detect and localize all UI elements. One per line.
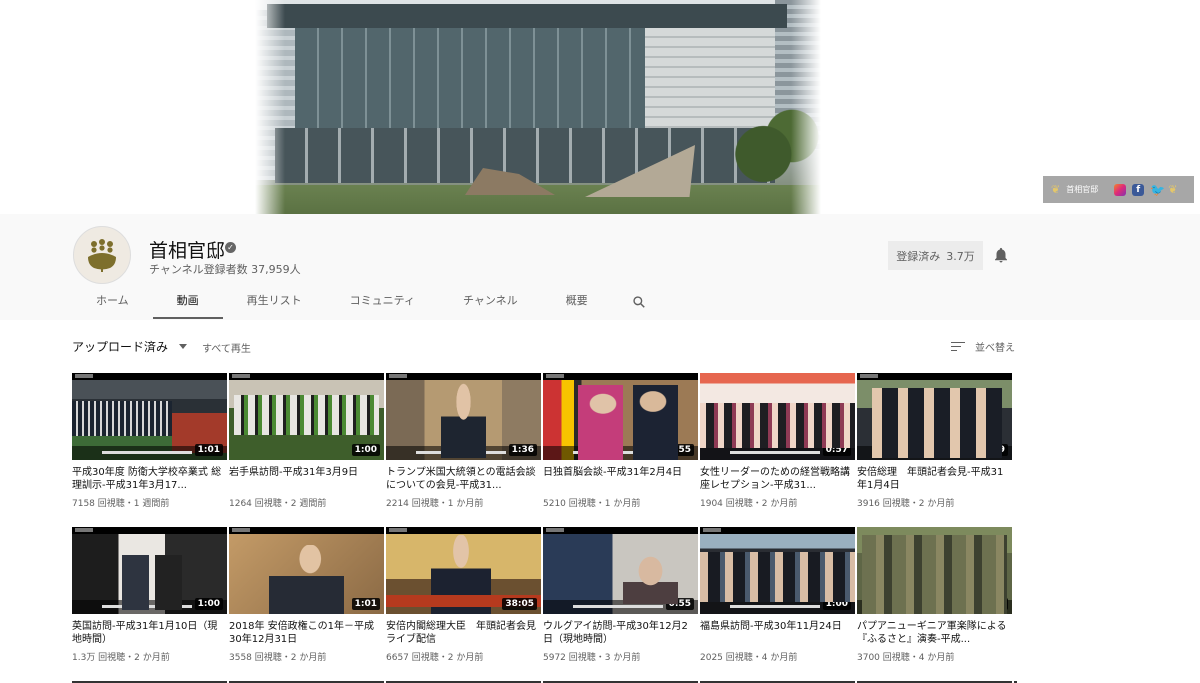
subscribed-label: 登録済み (896, 249, 941, 263)
channel-name: 首相官邸 (149, 240, 226, 262)
video-thumbnail[interactable]: 1:00 (72, 527, 227, 614)
channel-banner: ❦ 首相官邸 f 🐦 ❦ (0, 0, 1200, 214)
instagram-icon[interactable] (1114, 183, 1127, 196)
banner-links: ❦ 首相官邸 f 🐦 ❦ (1043, 176, 1194, 203)
video-duration: 0:47 (979, 598, 1008, 610)
channel-header: 首相官邸 ✓ チャンネル登録者数 37,959人 登録済み 3.7万 ホーム 動… (0, 214, 1200, 320)
play-all-link[interactable]: すべて再生 (202, 340, 251, 355)
video-title[interactable]: トランプ米国大統領との電話会談についての会見-平成31... (386, 466, 536, 492)
video-card[interactable]: 1:00 岩手県訪問-平成31年3月9日 1264 回視聴・2 週間前 (229, 373, 384, 527)
video-duration: 1:36 (508, 444, 537, 456)
verified-icon: ✓ (225, 242, 236, 253)
video-meta: 3916 回視聴・2 か月前 (857, 499, 955, 509)
video-title[interactable]: 2018年 安倍政権この1年－平成30年12月31日 (229, 620, 379, 646)
caret-down-icon (179, 344, 188, 349)
video-meta: 2025 回視聴・4 か月前 (700, 653, 798, 663)
video-meta: 5972 回視聴・3 か月前 (543, 653, 641, 663)
video-title[interactable]: 福島県訪問-平成30年11月24日 (700, 620, 850, 646)
video-thumbnail[interactable]: 0:55 (543, 373, 698, 460)
video-thumbnail[interactable]: 1:01 (72, 373, 227, 460)
video-duration: 0:55 (665, 444, 694, 456)
subscribed-count: 3.7万 (946, 249, 975, 263)
video-title[interactable]: 岩手県訪問-平成31年3月9日 (229, 466, 379, 492)
channel-avatar[interactable] (73, 226, 131, 284)
channel-tabs: ホーム 動画 再生リスト コミュニティ チャンネル 概要 (73, 288, 646, 320)
video-card[interactable]: 38:05 安倍内閣総理大臣 年頭記者会見ライブ配信 6657 回視聴・2 か月… (386, 527, 541, 681)
video-card[interactable]: 1:01 平成30年度 防衛大学校卒業式 総理訓示-平成31年3月17... 7… (72, 373, 227, 527)
sort-button[interactable]: 並べ替え (951, 339, 1015, 354)
video-card[interactable]: 0:55 日独首脳会談-平成31年2月4日 5210 回視聴・1 か月前 (543, 373, 698, 527)
upload-filter-dropdown[interactable]: アップロード済み (72, 338, 188, 355)
video-card[interactable]: 0:57 女性リーダーのための経営戦略講座レセプション-平成31... 1904… (700, 373, 855, 527)
video-title[interactable]: 英国訪問-平成31年1月10日（現地時間） (72, 620, 222, 646)
video-title[interactable]: パプアニューギニア軍楽隊による『ふるさと』演奏-平成... (857, 620, 1007, 646)
filter-label: アップロード済み (72, 340, 169, 354)
video-duration: 1:01 (351, 598, 380, 610)
tab-playlists[interactable]: 再生リスト (223, 288, 326, 319)
video-card[interactable]: 1:01 2018年 安倍政権この1年－平成30年12月31日 3558 回視聴… (229, 527, 384, 681)
video-meta: 1904 回視聴・2 か月前 (700, 499, 798, 509)
video-meta: 5210 回視聴・1 か月前 (543, 499, 641, 509)
video-meta: 2214 回視聴・1 か月前 (386, 499, 484, 509)
video-duration: 38:05 (502, 598, 537, 610)
tab-about[interactable]: 概要 (542, 288, 612, 319)
video-grid: 1:01 平成30年度 防衛大学校卒業式 総理訓示-平成31年3月17... 7… (72, 373, 1017, 681)
paulownia-icon: ❦ (1168, 183, 1178, 196)
video-card[interactable]: 1:00 英国訪問-平成31年1月10日（現地時間） 1.3万 回視聴・2 か月… (72, 527, 227, 681)
video-duration: 0:55 (665, 598, 694, 610)
video-thumbnail[interactable]: 0:55 (543, 527, 698, 614)
sort-label: 並べ替え (975, 343, 1015, 354)
video-meta: 3700 回視聴・4 か月前 (857, 653, 955, 663)
tab-home[interactable]: ホーム (73, 288, 153, 319)
video-title[interactable]: 安倍内閣総理大臣 年頭記者会見ライブ配信 (386, 620, 536, 646)
video-thumbnail[interactable]: 0:49 (857, 373, 1012, 460)
video-title[interactable]: 日独首脳会談-平成31年2月4日 (543, 466, 693, 492)
video-thumbnail[interactable]: 1:00 (229, 373, 384, 460)
tab-community[interactable]: コミュニティ (326, 288, 439, 319)
video-card[interactable]: 0:49 安倍総理 年頭記者会見-平成31年1月4日 3916 回視聴・2 か月… (857, 373, 1012, 527)
notification-bell-icon[interactable] (992, 246, 1010, 264)
video-duration: 1:00 (351, 444, 380, 456)
video-title[interactable]: 安倍総理 年頭記者会見-平成31年1月4日 (857, 466, 1007, 492)
video-thumbnail[interactable]: 0:47 (857, 527, 1012, 614)
banner-link-label: 首相官邸 (1066, 185, 1099, 194)
banner-image (255, 0, 821, 214)
tab-videos[interactable]: 動画 (152, 288, 223, 319)
video-title[interactable]: 平成30年度 防衛大学校卒業式 総理訓示-平成31年3月17... (72, 466, 222, 492)
sort-icon (951, 341, 965, 352)
subscriber-count: チャンネル登録者数 37,959人 (149, 263, 301, 276)
video-toolbar: アップロード済み すべて再生 並べ替え (0, 320, 1200, 370)
video-duration: 0:57 (822, 444, 851, 456)
video-duration: 1:00 (822, 598, 851, 610)
subscribed-button[interactable]: 登録済み 3.7万 (888, 241, 983, 270)
twitter-icon[interactable]: 🐦 (1150, 184, 1165, 196)
search-icon[interactable] (632, 295, 646, 309)
video-thumbnail[interactable]: 38:05 (386, 527, 541, 614)
video-duration: 0:49 (979, 444, 1008, 456)
video-card[interactable]: 0:47 パプアニューギニア軍楽隊による『ふるさと』演奏-平成... 3700 … (857, 527, 1012, 681)
video-thumbnail[interactable]: 1:36 (386, 373, 541, 460)
video-duration: 1:00 (194, 598, 223, 610)
video-meta: 3558 回視聴・2 か月前 (229, 653, 327, 663)
video-card[interactable]: 1:36 トランプ米国大統領との電話会談についての会見-平成31... 2214… (386, 373, 541, 527)
video-meta: 7158 回視聴・1 週間前 (72, 499, 170, 509)
facebook-icon[interactable]: f (1132, 183, 1145, 196)
video-title[interactable]: 女性リーダーのための経営戦略講座レセプション-平成31... (700, 466, 850, 492)
video-thumbnail[interactable]: 1:01 (229, 527, 384, 614)
video-card[interactable]: 1:00 福島県訪問-平成30年11月24日 2025 回視聴・4 か月前 (700, 527, 855, 681)
video-title[interactable]: ウルグアイ訪問-平成30年12月2日（現地時間） (543, 620, 693, 646)
video-thumbnail[interactable]: 1:00 (700, 527, 855, 614)
tab-channels[interactable]: チャンネル (439, 288, 542, 319)
video-card[interactable]: 0:55 ウルグアイ訪問-平成30年12月2日（現地時間） 5972 回視聴・3… (543, 527, 698, 681)
video-thumbnail[interactable]: 0:57 (700, 373, 855, 460)
paulownia-crest-icon (88, 239, 116, 272)
video-duration: 1:01 (194, 444, 223, 456)
video-meta: 6657 回視聴・2 か月前 (386, 653, 484, 663)
video-meta: 1264 回視聴・2 週間前 (229, 499, 327, 509)
video-meta: 1.3万 回視聴・2 か月前 (72, 653, 170, 663)
paulownia-icon: ❦ (1051, 183, 1061, 196)
